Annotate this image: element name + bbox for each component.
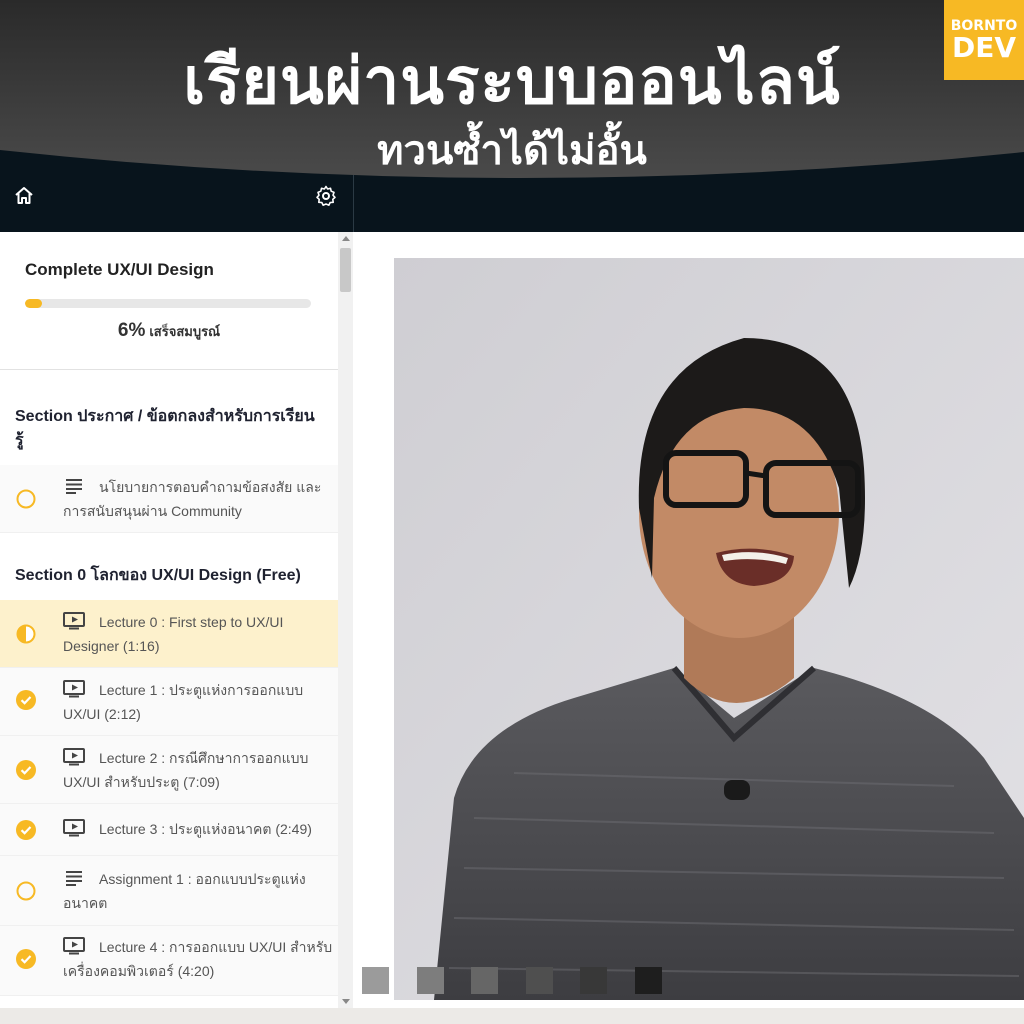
incomplete-circle-icon[interactable] — [16, 881, 36, 901]
lesson-title: Lecture 3 : ประตูแห่งอนาคต (2:49) — [99, 821, 312, 837]
section-title: Section ประกาศ / ข้อตกลงสำหรับการเรียนรู… — [15, 408, 315, 449]
home-icon[interactable] — [12, 184, 36, 208]
course-title: Complete UX/UI Design — [25, 260, 214, 279]
in-progress-circle-icon[interactable] — [16, 624, 36, 644]
text-lesson-icon — [66, 479, 82, 494]
video-lesson-icon — [63, 680, 85, 698]
logo-line1: BORNTO — [950, 18, 1018, 34]
lesson-title: Assignment 1 : ออกแบบประตูแห่งอนาคต — [63, 871, 306, 911]
progress-label: เสร็จสมบูรณ์ — [149, 324, 221, 339]
color-swatch — [362, 967, 389, 994]
video-lesson-icon — [63, 748, 85, 766]
list-item[interactable]: Lecture 3 : ประตูแห่งอนาคต (2:49) — [0, 804, 338, 856]
course-header: Complete UX/UI Design 6% เสร็จสมบูรณ์ — [0, 232, 338, 370]
section-title: Section 0 โลกของ UX/UI Design (Free) — [15, 567, 301, 584]
color-swatch — [471, 967, 498, 994]
list-item-active[interactable]: Lecture 0 : First step to UX/UI Designer… — [0, 600, 338, 668]
incomplete-circle-icon[interactable] — [16, 489, 36, 509]
promo-banner: เรียนผ่านระบบออนไลน์ ทวนซ้ำได้ไม่อั้น BO… — [0, 0, 1024, 190]
app-screenshot: Complete UX/UI Design 6% เสร็จสมบูรณ์ Sec… — [0, 0, 1024, 1024]
scrollbar-thumb[interactable] — [340, 248, 351, 292]
list-item[interactable]: Lecture 4 : การออกแบบ UX/UI สำหรับเครื่อ… — [0, 926, 338, 996]
lesson-title: Lecture 0 : First step to UX/UI Designer… — [63, 614, 284, 654]
list-item[interactable]: Lecture 1 : ประตูแห่งการออกแบบ UX/UI (2:… — [0, 668, 338, 736]
complete-check-icon[interactable] — [16, 690, 36, 710]
video-lesson-icon — [63, 937, 85, 955]
sidebar-scrollbar[interactable] — [338, 232, 353, 1008]
video-lesson-icon — [63, 612, 85, 630]
borntodev-logo: BORNTO DEV — [944, 0, 1024, 80]
complete-check-icon[interactable] — [16, 949, 36, 969]
progress-bar — [25, 299, 311, 308]
progress-bar-fill — [25, 299, 43, 308]
lecture-video[interactable] — [394, 258, 1024, 1000]
list-item[interactable]: Lecture 2 : กรณีศึกษาการออกแบบ UX/UI สำห… — [0, 736, 338, 804]
instructor-video-frame — [394, 258, 1024, 1000]
logo-line2: DEV — [951, 31, 1017, 64]
list-item[interactable]: Assignment 1 : ออกแบบประตูแห่งอนาคต — [0, 856, 338, 926]
progress-text: 6% เสร็จสมบูรณ์ — [0, 320, 338, 342]
gear-icon[interactable] — [314, 184, 338, 208]
course-sidebar: Complete UX/UI Design 6% เสร็จสมบูรณ์ Sec… — [0, 232, 353, 1008]
color-swatch — [635, 967, 662, 994]
bottom-scrollbar[interactable] — [0, 1008, 1024, 1024]
complete-check-icon[interactable] — [16, 820, 36, 840]
video-lesson-icon — [63, 819, 85, 837]
color-swatch — [580, 967, 607, 994]
lesson-title: Lecture 4 : การออกแบบ UX/UI สำหรับเครื่อ… — [63, 939, 333, 979]
banner-title: เรียนผ่านระบบออนไลน์ — [183, 45, 841, 119]
lesson-title: Lecture 2 : กรณีศึกษาการออกแบบ UX/UI สำห… — [63, 750, 309, 790]
lesson-title: นโยบายการตอบคำถามข้อสงสัย และการสนับสนุน… — [63, 479, 322, 519]
color-swatch — [417, 967, 444, 994]
text-lesson-icon — [66, 871, 82, 886]
complete-check-icon[interactable] — [16, 760, 36, 780]
lesson-title: Lecture 1 : ประตูแห่งการออกแบบ UX/UI (2:… — [63, 682, 304, 722]
banner-subtitle: ทวนซ้ำได้ไม่อั้น — [377, 128, 647, 174]
progress-percent: 6% — [117, 320, 146, 341]
scroll-up-arrow-icon[interactable] — [342, 236, 350, 241]
list-item[interactable]: นโยบายการตอบคำถามข้อสงสัย และการสนับสนุน… — [0, 465, 338, 533]
scroll-down-arrow-icon[interactable] — [342, 999, 350, 1004]
color-swatch — [526, 967, 553, 994]
